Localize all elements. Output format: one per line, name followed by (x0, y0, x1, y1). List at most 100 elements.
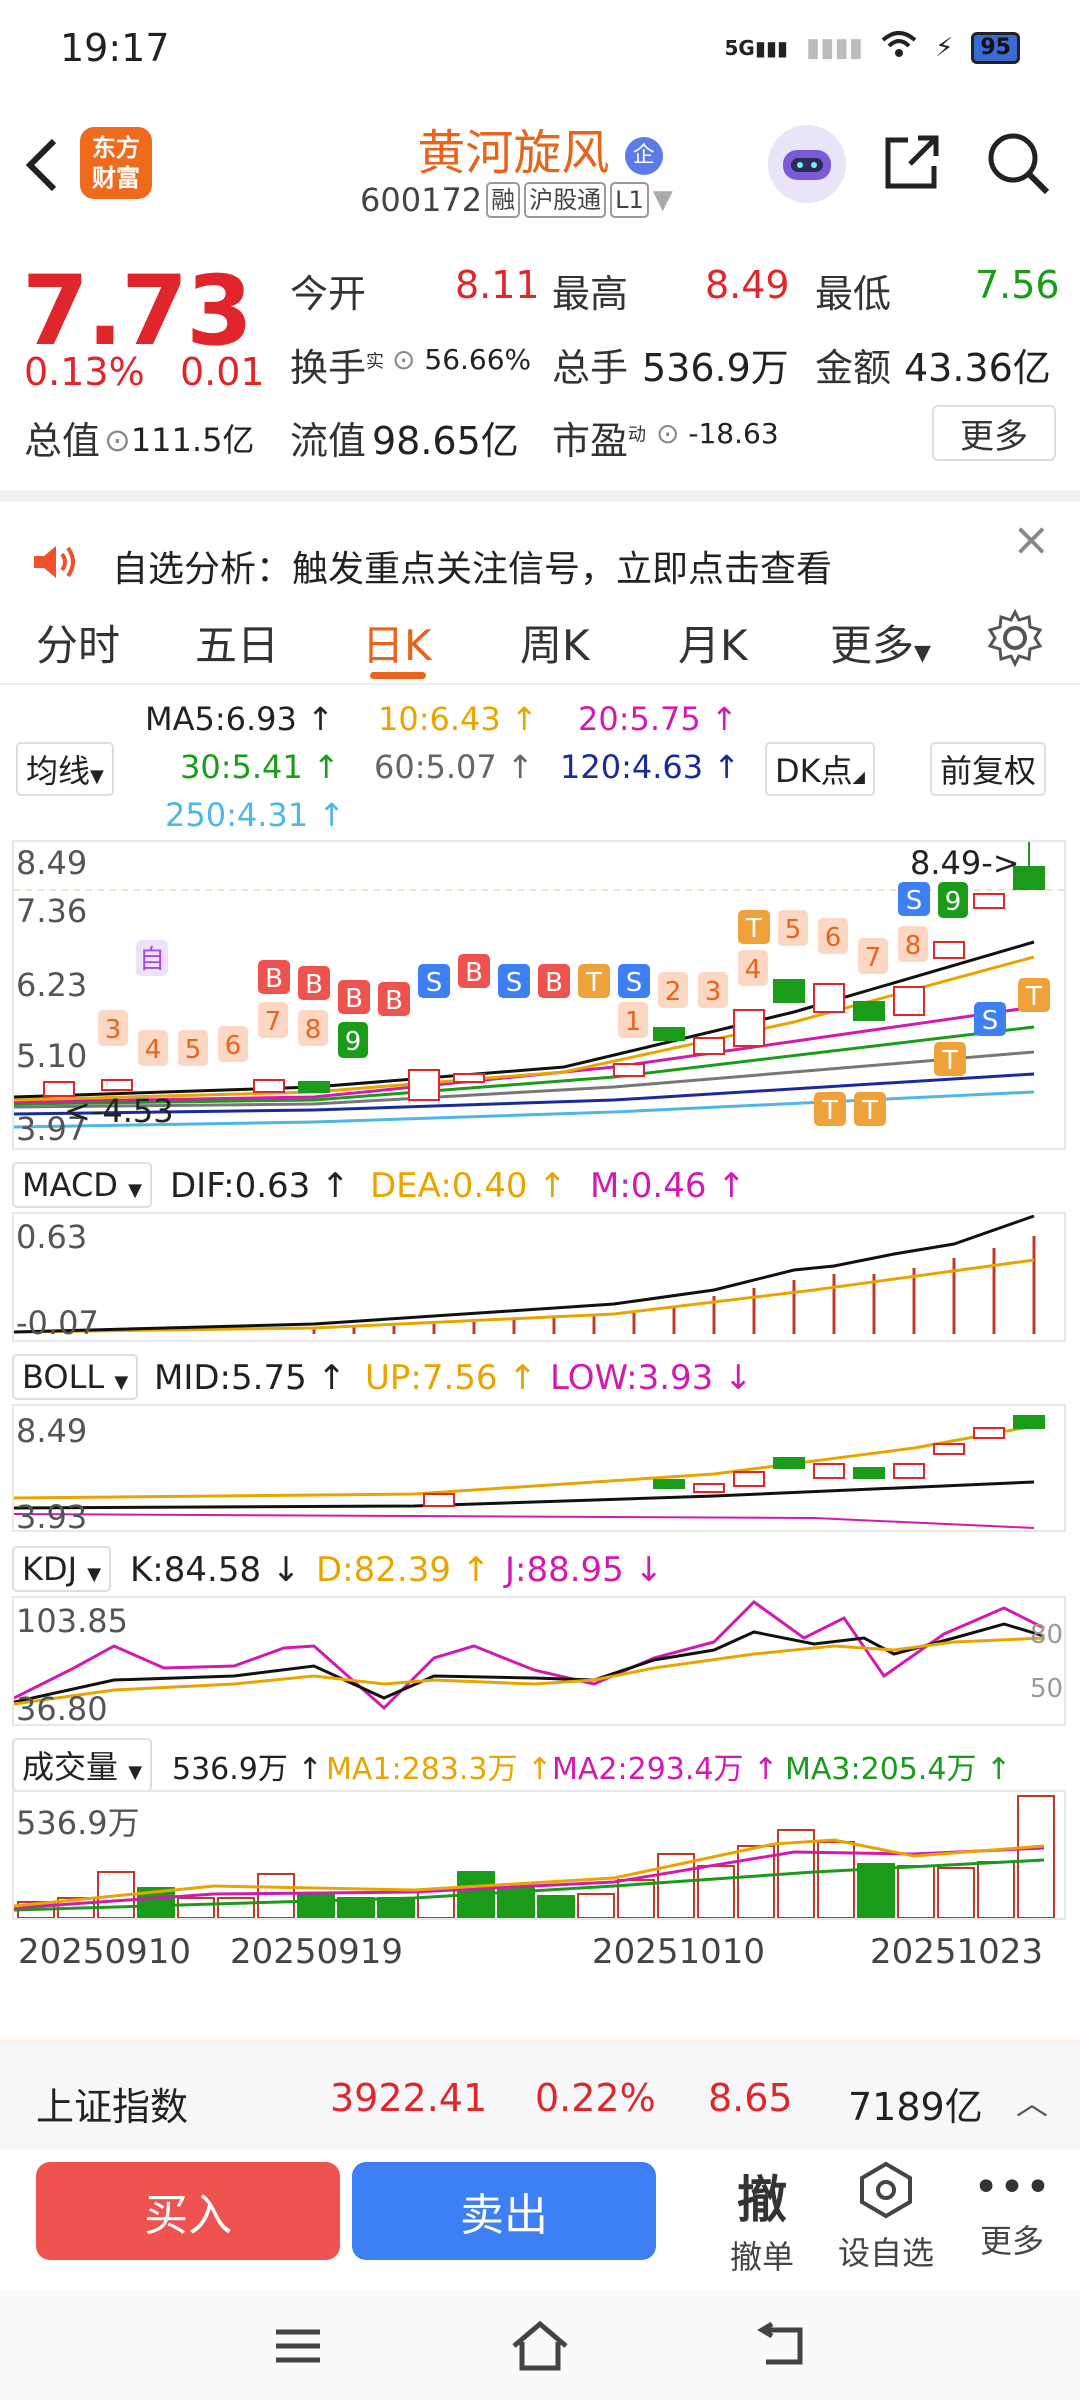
candle (101, 1079, 133, 1091)
tab-more[interactable]: 更多▼ (830, 612, 931, 673)
index-ticker[interactable]: 上证指数 3922.41 0.22% 8.65 7189亿 ︿ (0, 2040, 1080, 2150)
share-button[interactable] (880, 130, 950, 200)
kdj-chart[interactable]: 103.85 36.80 80 50 (12, 1596, 1066, 1728)
candle (1013, 1415, 1045, 1429)
active-tab-indicator (370, 672, 426, 679)
open-label: 今开 (290, 272, 367, 316)
candle (933, 941, 965, 959)
signal-tag: B (385, 986, 403, 1016)
pe-value: ⊙ -18.63 (656, 417, 779, 450)
dk-point-button[interactable]: DK点◢ (765, 742, 875, 796)
volume-y-top: 536.9万 (16, 1804, 140, 1842)
add-watchlist-button[interactable]: 设自选 (826, 2160, 946, 2274)
open-value: 8.11 (455, 263, 540, 307)
candle (453, 1073, 485, 1083)
menu-icon[interactable] (272, 2326, 324, 2370)
more-actions-button[interactable]: ••• 更多 (962, 2160, 1062, 2262)
search-button[interactable] (985, 130, 1055, 200)
signal-tag: 2 (665, 977, 682, 1007)
tag-margin: 融 (486, 182, 521, 218)
more-dots-icon: ••• (973, 2162, 1051, 2213)
kdj-dropdown[interactable]: KDJ ▼ (12, 1546, 112, 1592)
period-tabs: 分时 五日 日K 周K 月K 更多▼ (0, 600, 1080, 685)
signal-tag: 4 (145, 1035, 162, 1065)
cancel-order-button[interactable]: 撤 撤单 (712, 2160, 812, 2278)
notice-banner[interactable]: 自选分析：触发重点关注信号，立即点击查看 × (0, 490, 1080, 600)
boll-svg (13, 1415, 1045, 1529)
stock-code-row[interactable]: 600172 融 沪股通 L1 ▼ (360, 181, 673, 219)
home-icon[interactable] (508, 2318, 572, 2378)
kdj-ref-80: 80 (1030, 1620, 1064, 1650)
signal-tag: 4 (745, 955, 762, 985)
macd-dropdown[interactable]: MACD ▼ (12, 1162, 152, 1208)
robot-icon (783, 150, 831, 180)
boll-chart[interactable]: 8.49 3.93 (12, 1404, 1066, 1536)
candle (298, 1081, 330, 1093)
kdj-d: D:82.39 ↑ (316, 1550, 491, 1590)
system-nav-bar (0, 2290, 1080, 2400)
boll-dropdown[interactable]: BOLL ▼ (12, 1354, 139, 1400)
tab-weekly-k[interactable]: 周K (520, 612, 590, 673)
kdj-ref-50: 50 (1030, 1674, 1064, 1704)
signal-tag: S (906, 886, 923, 916)
date-label-3: 20251010 (592, 1932, 766, 1972)
assistant-avatar[interactable] (768, 125, 846, 203)
signal-tag: 7 (865, 943, 882, 973)
candle (423, 1493, 455, 1507)
back-nav-icon[interactable] (752, 2321, 808, 2374)
signal-tag: S (982, 1006, 999, 1036)
signal-tag: B (465, 958, 483, 988)
wifi-icon (881, 30, 917, 65)
caret-down-icon: ▼ (914, 641, 931, 666)
chevron-up-icon[interactable]: ︿ (1016, 2078, 1048, 2124)
cancel-icon: 撤 (737, 2171, 787, 2229)
settings-button[interactable] (985, 608, 1045, 672)
ma20-value: 20:5.75 ↑ (578, 700, 738, 738)
macd-chart[interactable]: 0.63 -0.07 (12, 1212, 1066, 1342)
signal-tag: 自 (139, 945, 165, 975)
caret-down-icon: ▼ (87, 1564, 102, 1585)
ma250-value: 250:4.31 ↑ (165, 796, 346, 834)
kline-chart[interactable]: 自 3 4 5 6 B 7 B 8 B 9 B S B S B T S 1 2 … (12, 840, 1066, 1150)
signal-tag: 7 (265, 1007, 282, 1037)
tab-monthly-k[interactable]: 月K (678, 612, 748, 673)
macd-svg (13, 1214, 1036, 1334)
caret-down-icon: ▼ (652, 185, 673, 215)
enterprise-badge: 企 (624, 137, 663, 175)
tab-daily-k[interactable]: 日K (362, 612, 432, 673)
ma10-value: 10:6.43 ↑ (378, 700, 538, 738)
low-note: <-4.53 (64, 1092, 174, 1130)
candle (853, 1467, 885, 1479)
gear-icon (987, 608, 1043, 668)
signal-tag: S (426, 968, 443, 998)
high-note: 8.49-> (910, 844, 1020, 882)
kdj-k-line (13, 1622, 1045, 1704)
mktcap-label: 总值 (24, 419, 101, 463)
volume-chart[interactable]: 536.9万 (12, 1790, 1066, 1920)
buy-button[interactable]: 买入 (36, 2162, 340, 2260)
signal-tag: S (626, 968, 643, 998)
volume-value: 536.9万 ↑ (172, 1752, 323, 1787)
sell-button[interactable]: 卖出 (352, 2162, 656, 2260)
candle (253, 1079, 285, 1093)
ma-dropdown[interactable]: 均线▼ (16, 742, 114, 796)
more-quote-button[interactable]: 更多 (932, 405, 1056, 461)
candle (973, 893, 1005, 909)
low-value: 7.56 (975, 263, 1060, 307)
signal-tag: 1 (625, 1007, 642, 1037)
tab-5day[interactable]: 五日 (195, 612, 279, 673)
close-icon[interactable]: × (1012, 512, 1051, 566)
signal-tag: 6 (225, 1031, 242, 1061)
signal-tag: T (745, 914, 762, 944)
caret-down-icon: ▼ (90, 766, 104, 787)
status-time: 19:17 (60, 26, 170, 70)
signal-tag: T (1025, 982, 1042, 1012)
tab-intraday[interactable]: 分时 (36, 612, 120, 673)
signal-5g-icon: 5G▮▮▮ (724, 35, 788, 60)
volume-label: 总手 (552, 346, 629, 390)
volume-dropdown[interactable]: 成交量 ▼ (12, 1738, 153, 1792)
share-icon (885, 135, 939, 189)
battery-icon: 95 (971, 31, 1020, 64)
adjust-button[interactable]: 前复权 (930, 742, 1047, 796)
banner-text: 自选分析：触发重点关注信号，立即点击查看 (112, 549, 833, 590)
